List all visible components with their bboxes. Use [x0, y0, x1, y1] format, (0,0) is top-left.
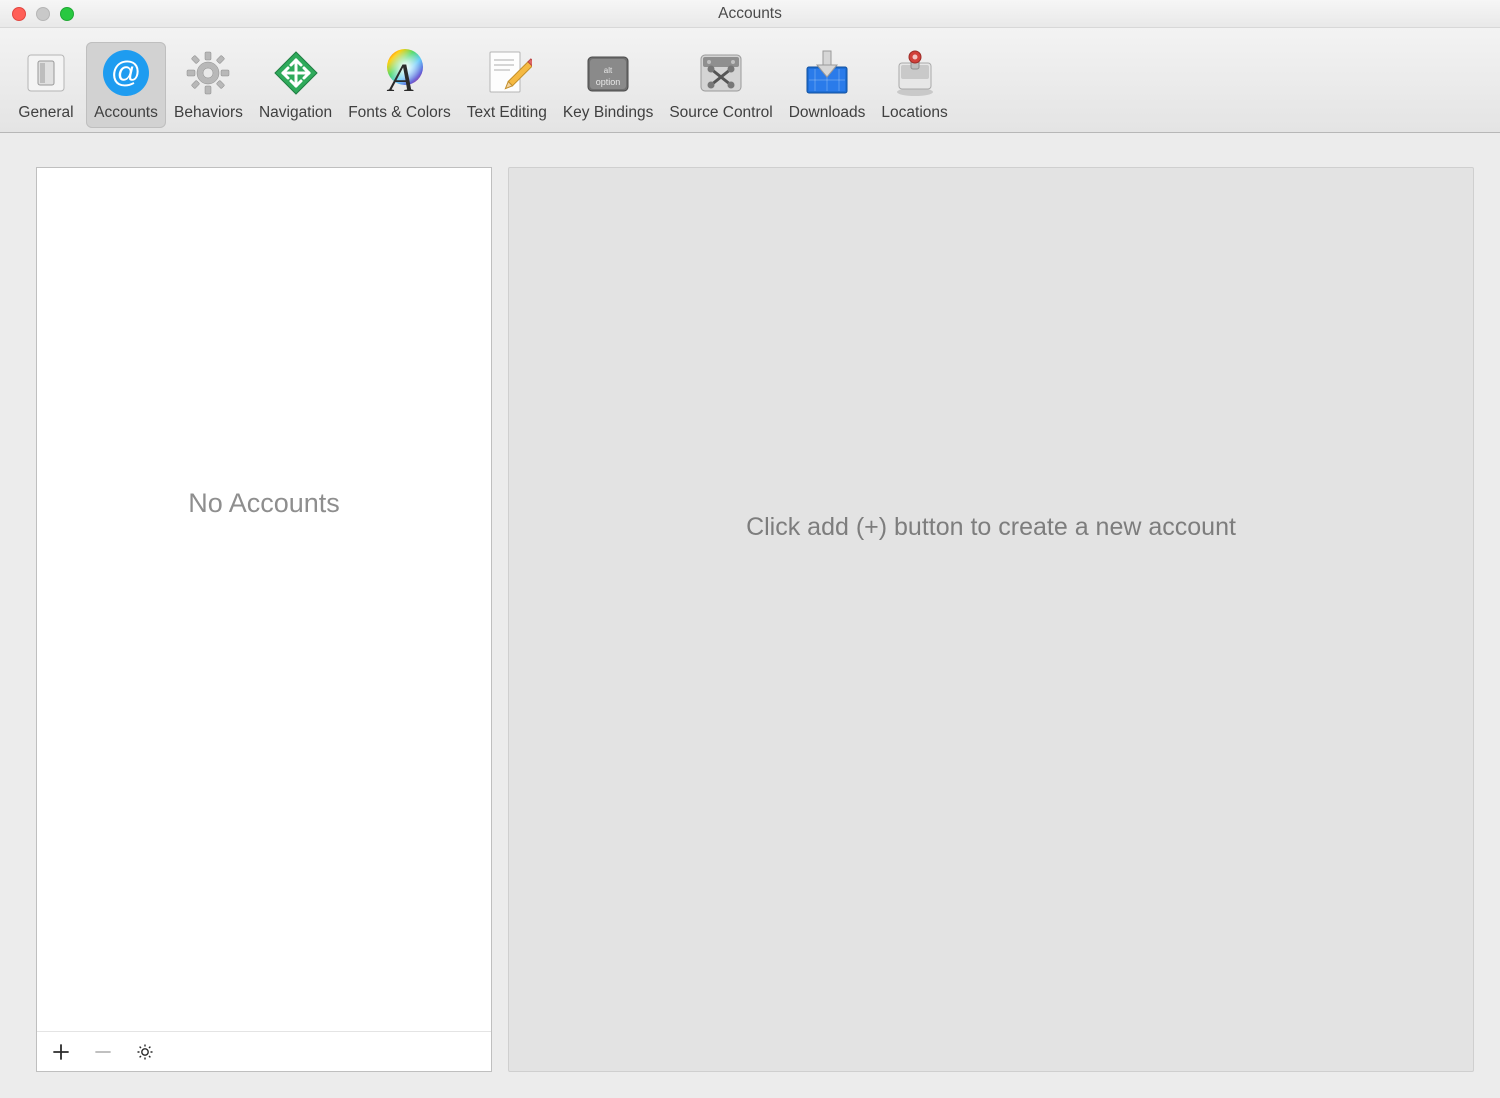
- tab-behaviors-label: Behaviors: [174, 104, 243, 122]
- tab-downloads-label: Downloads: [789, 104, 866, 122]
- window-controls: [12, 7, 74, 21]
- tab-navigation[interactable]: Navigation: [251, 42, 340, 128]
- key-bindings-icon: alt option: [581, 46, 635, 100]
- tab-behaviors[interactable]: Behaviors: [166, 42, 251, 128]
- tab-text-editing[interactable]: Text Editing: [459, 42, 555, 128]
- close-window-button[interactable]: [12, 7, 26, 21]
- content-area: No Accounts Click add (+) button to crea…: [0, 133, 1500, 1098]
- tab-general-label: General: [18, 104, 73, 122]
- account-detail-empty-message: Click add (+) button to create a new acc…: [746, 513, 1236, 542]
- locations-icon: [888, 46, 942, 100]
- tab-general[interactable]: General: [6, 42, 86, 128]
- tab-text-editing-label: Text Editing: [467, 104, 547, 122]
- tab-source-control-label: Source Control: [669, 104, 772, 122]
- navigation-icon: [269, 46, 323, 100]
- downloads-icon: [800, 46, 854, 100]
- tab-fonts-colors[interactable]: A Fonts & Colors: [340, 42, 459, 128]
- account-settings-button[interactable]: [133, 1040, 157, 1064]
- tab-navigation-label: Navigation: [259, 104, 332, 122]
- tab-locations[interactable]: Locations: [873, 42, 955, 128]
- accounts-empty-message: No Accounts: [188, 488, 340, 519]
- fonts-colors-icon: A: [372, 46, 426, 100]
- remove-account-button[interactable]: [91, 1040, 115, 1064]
- window-title: Accounts: [718, 5, 782, 23]
- gear-icon: [181, 46, 235, 100]
- svg-text:option: option: [596, 77, 621, 87]
- preferences-toolbar: General @ Accounts: [0, 28, 1500, 133]
- accounts-list: No Accounts: [37, 168, 491, 1031]
- general-icon: [19, 46, 73, 100]
- accounts-list-footer: [37, 1031, 491, 1071]
- account-detail-panel: Click add (+) button to create a new acc…: [508, 167, 1474, 1072]
- svg-text:@: @: [111, 56, 141, 89]
- at-icon: @: [99, 46, 153, 100]
- accounts-list-panel: No Accounts: [36, 167, 492, 1072]
- tab-fonts-colors-label: Fonts & Colors: [348, 104, 451, 122]
- add-account-button[interactable]: [49, 1040, 73, 1064]
- titlebar: Accounts: [0, 0, 1500, 28]
- minimize-window-button[interactable]: [36, 7, 50, 21]
- zoom-window-button[interactable]: [60, 7, 74, 21]
- tab-key-bindings[interactable]: alt option Key Bindings: [555, 42, 661, 128]
- tab-locations-label: Locations: [881, 104, 947, 122]
- tab-source-control[interactable]: Source Control: [661, 42, 780, 128]
- tab-key-bindings-label: Key Bindings: [563, 104, 653, 122]
- tab-downloads[interactable]: Downloads: [781, 42, 874, 128]
- tab-accounts-label: Accounts: [94, 104, 158, 122]
- svg-text:alt: alt: [604, 66, 613, 75]
- svg-text:A: A: [386, 55, 414, 99]
- text-editing-icon: [480, 46, 534, 100]
- source-control-icon: [694, 46, 748, 100]
- tab-accounts[interactable]: @ Accounts: [86, 42, 166, 128]
